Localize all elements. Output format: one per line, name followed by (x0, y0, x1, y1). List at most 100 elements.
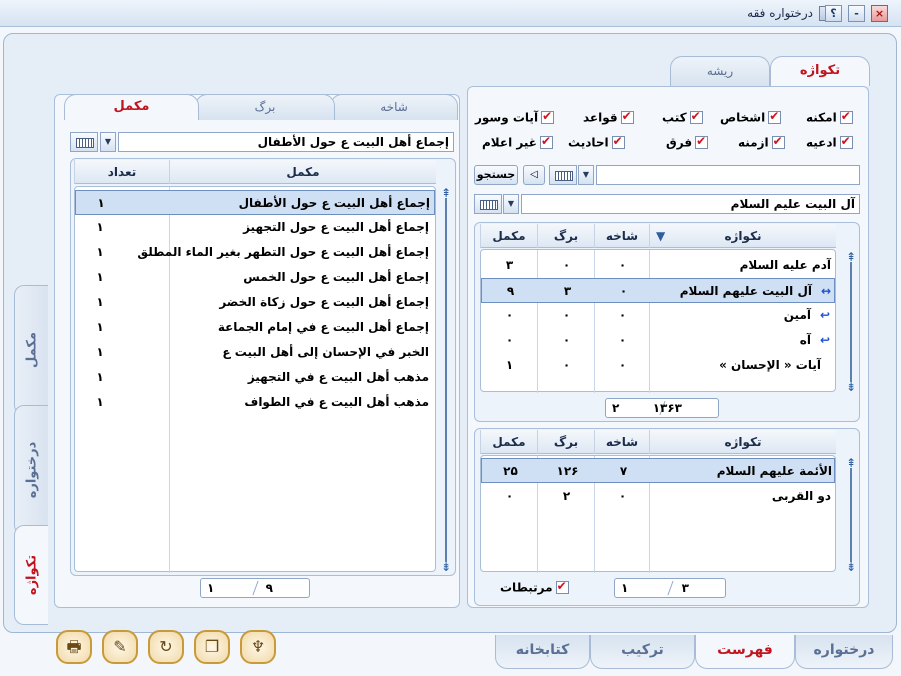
checkbox-checked-icon (689, 109, 703, 124)
close-button[interactable]: × (871, 5, 888, 22)
takvazhe-select[interactable]: آل البیت علیم السلام (521, 194, 860, 214)
scroll-down-icon[interactable]: ⇟ (844, 560, 858, 574)
upper-pager[interactable]: ۲ ۱۳۶۳ (605, 398, 719, 418)
col-nakvazhe[interactable]: ▼ نکواژه (649, 224, 836, 248)
tab-tarkib[interactable]: ترکیب (590, 635, 695, 669)
filter-ashkhas[interactable]: اشخاص (720, 109, 782, 126)
scroll-down-icon[interactable]: ⇟ (844, 380, 858, 394)
table-row[interactable]: ۱ إجماع أهل البیت ع حول زکاة الخضر (75, 290, 435, 315)
col-mokammel[interactable]: مکمل (169, 160, 436, 184)
checkbox-checked-icon (539, 134, 553, 149)
refresh-icon[interactable]: ↻ (148, 630, 184, 664)
filter-ghavaed[interactable]: قواعد (583, 109, 634, 126)
col-barg[interactable]: برگ (537, 430, 594, 454)
col-mokammel[interactable]: مکمل (480, 224, 537, 248)
mokammel-select[interactable]: إجماع أهل البیت ع حول الأطفال (118, 132, 454, 152)
left-scrollbar[interactable]: ⇞ ⇟ (439, 186, 453, 574)
tab-shakhe[interactable]: شاخه (330, 94, 458, 120)
tab-rishe[interactable]: ریشه (670, 56, 770, 86)
checkbox-checked-icon (839, 109, 853, 124)
col-shakhe[interactable]: شاخه (594, 224, 649, 248)
help-button[interactable]: ؟ (825, 5, 842, 22)
filter-ayat[interactable]: آیات وسور (475, 109, 555, 126)
checkbox-checked-icon (839, 134, 853, 149)
side-tab-derakhtvare[interactable]: درختواره (14, 405, 48, 535)
expand-both-icon[interactable]: ↔ (816, 279, 836, 304)
checkbox-checked-icon (695, 134, 709, 149)
tab-mokammel[interactable]: مکمل (64, 94, 199, 120)
table-row[interactable]: ۳ ۰ ۰ آدم علیه السلام (481, 253, 835, 278)
left-table-body: ۱ إجماع أهل البیت ع حول الأطفال ۱ إجماع … (74, 186, 436, 573)
checkbox-checked-icon (620, 109, 634, 124)
table-row[interactable]: ۰ ۰ ۰ آه ↩ (481, 328, 835, 353)
minimize-button[interactable]: - (848, 5, 865, 22)
copy-icon[interactable]: ❐ (194, 630, 230, 664)
search-arrow-button[interactable]: ◁ (523, 165, 545, 185)
search-button[interactable]: جستجو (474, 165, 518, 185)
chevron-down-icon[interactable]: ▼ (100, 132, 116, 152)
table-row[interactable]: ۱ الخبر في الإحسان إلی أهل البیت ع (75, 340, 435, 365)
sort-icon: ▼ (656, 229, 666, 243)
return-arrow-icon[interactable]: ↩ (815, 328, 835, 353)
side-tab-takvazhe[interactable]: تکواژه (14, 525, 48, 625)
filter-gheyr-alam[interactable]: غیر اعلام (482, 134, 553, 151)
col-mokammel[interactable]: مکمل (480, 430, 537, 454)
lower-table-body: ۲۵ ۱۲۶ ۷ الأئمة علیهم السلام ۰ ۲ ۰ دو ال… (480, 455, 836, 573)
filter-azmene[interactable]: ازمنه (738, 134, 785, 151)
checkbox-checked-icon (771, 134, 785, 149)
upper-table-header: مکمل برگ شاخه ▼ نکواژه (480, 224, 836, 248)
table-row[interactable]: ۱ إجماع أهل البیت ع حول التطهر بغیر الما… (75, 240, 435, 265)
table-row[interactable]: ۰ ۲ ۰ دو القربی (481, 484, 835, 509)
return-arrow-icon[interactable]: ↩ (815, 303, 835, 328)
checkbox-checked-icon (768, 109, 782, 124)
table-row-selected[interactable]: ۱ إجماع أهل البیت ع حول الأطفال (75, 190, 435, 215)
filter-adiye[interactable]: ادعیه (806, 134, 853, 151)
checkbox-checked-icon (555, 579, 569, 594)
window-title: درختواره فقه (747, 6, 813, 20)
table-row-selected[interactable]: ۲۵ ۱۲۶ ۷ الأئمة علیهم السلام (481, 458, 835, 483)
col-shakhe[interactable]: شاخه (594, 430, 649, 454)
table-row[interactable]: ۱ ۰ ۰ آیات « الإحسان » (481, 353, 835, 378)
edit-icon[interactable]: ✎ (102, 630, 138, 664)
printer-icon[interactable]: 🖶 (56, 630, 92, 664)
table-row[interactable]: ۱ مذهب أهل البیت ع في الطواف (75, 390, 435, 415)
tab-barg[interactable]: برگ (195, 94, 335, 120)
lower-scrollbar[interactable]: ⇞ ⇟ (844, 456, 858, 574)
tab-derakhtvare[interactable]: درختواره (795, 635, 893, 669)
col-count[interactable]: تعداد (74, 160, 169, 184)
title-bar: درختواره فقه ؟ - × (0, 0, 901, 27)
upper-scrollbar[interactable]: ⇞ ⇟ (844, 250, 858, 394)
tab-fehrest[interactable]: فهرست (695, 635, 795, 669)
checkbox-checked-icon (541, 109, 555, 124)
checkbox-checked-icon (611, 134, 625, 149)
keyboard-icon[interactable] (474, 194, 502, 214)
related-checkbox[interactable]: مرتبطات (500, 579, 569, 596)
filter-amkene[interactable]: امکنه (806, 109, 853, 126)
scroll-down-icon[interactable]: ⇟ (439, 560, 453, 574)
table-row[interactable]: ۱ مذهب أهل البیت ع في التجهیز (75, 365, 435, 390)
table-row[interactable]: ۱ إجماع أهل البیت ع في إمام الجماعة (75, 315, 435, 340)
lower-table-header: مکمل برگ شاخه تکواژه (480, 430, 836, 454)
chevron-down-icon[interactable]: ▼ (578, 165, 594, 185)
table-row[interactable]: ۰ ۰ ۰ آمین ↩ (481, 303, 835, 328)
upper-table-body: ۳ ۰ ۰ آدم علیه السلام ۹ ۳ ۰ آل البیت علی… (480, 249, 836, 393)
tab-takvazhe[interactable]: تکواژه (770, 56, 870, 86)
filter-kotob[interactable]: کتب (662, 109, 703, 126)
keyboard-icon[interactable] (70, 132, 98, 152)
filter-feragh[interactable]: فرق (666, 134, 709, 151)
table-row[interactable]: ۱ إجماع أهل البیت ع حول الخمس (75, 265, 435, 290)
col-takvazhe[interactable]: تکواژه (649, 430, 836, 454)
filter-ahadis[interactable]: احادیث (568, 134, 625, 151)
search-input[interactable] (596, 165, 860, 185)
left-pager[interactable]: ۱ ۹ (200, 578, 310, 598)
tab-ketabkhane[interactable]: کتابخانه (495, 635, 590, 669)
table-row-selected[interactable]: ۹ ۳ ۰ آل البیت علیهم السلام ↔ (481, 278, 835, 303)
keyboard-icon[interactable] (549, 165, 577, 185)
chevron-down-icon[interactable]: ▼ (503, 194, 519, 214)
col-barg[interactable]: برگ (537, 224, 594, 248)
left-table-header: تعداد مکمل (74, 160, 436, 184)
side-tab-mokammel[interactable]: مکمل (14, 285, 48, 415)
lower-pager[interactable]: ۱ ۳ (614, 578, 726, 598)
table-row[interactable]: ۱ إجماع أهل البیت ع حول التجهیز (75, 215, 435, 240)
tree-icon[interactable]: ♆ (240, 630, 276, 664)
